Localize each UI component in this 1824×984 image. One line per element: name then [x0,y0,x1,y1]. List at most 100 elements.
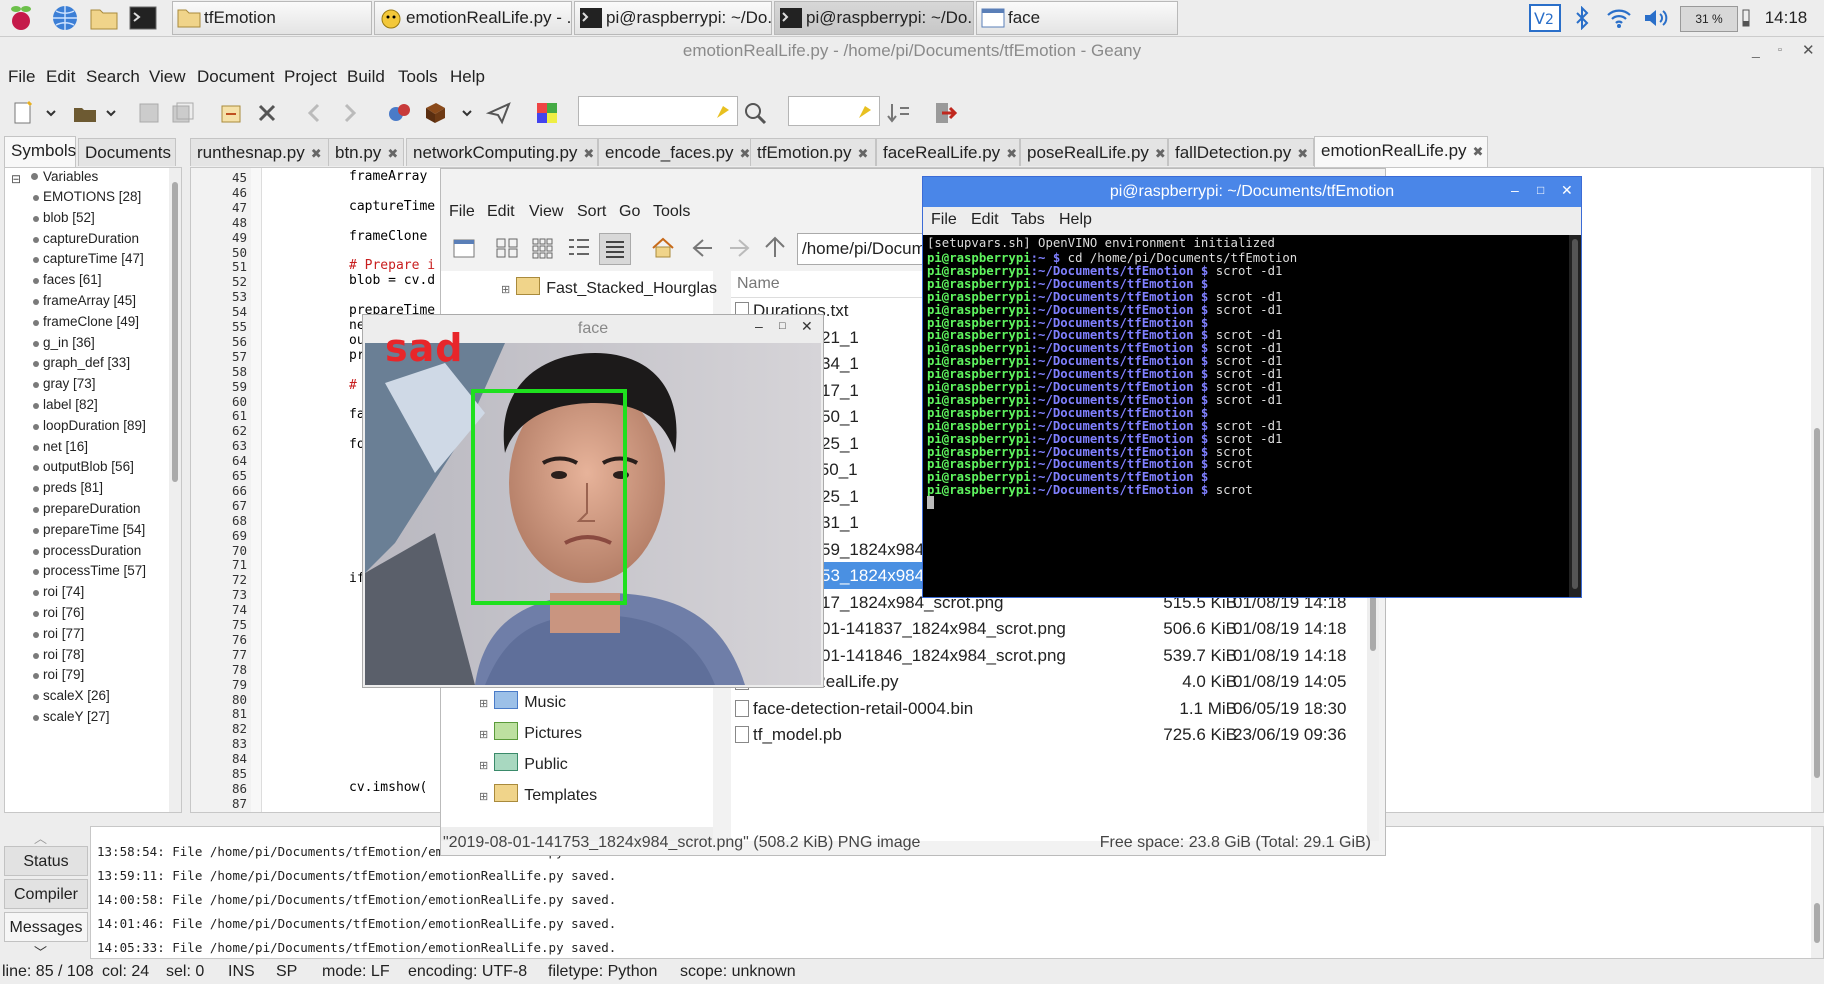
scrollbar[interactable] [1811,827,1823,958]
search-input[interactable] [578,96,738,126]
bluetooth-icon[interactable] [1570,4,1594,32]
terminal-scrollbar[interactable] [1569,235,1581,597]
menu-tools[interactable]: Tools [398,67,438,87]
symbol-item[interactable]: captureDuration [33,231,139,246]
editor-scrollbar[interactable] [1811,168,1823,812]
symbol-root[interactable]: Variables [43,169,98,184]
revert-icon[interactable] [218,100,244,126]
clear-icon[interactable] [715,102,731,120]
task-geany[interactable]: emotionRealLife.py - ... [374,1,572,35]
menu-view[interactable]: View [149,67,186,87]
maximize-button[interactable]: ▫ [1778,44,1782,56]
close-icon[interactable]: ✖ [740,146,751,161]
symbol-item[interactable]: prepareTime [54] [33,522,145,537]
save-all-icon[interactable] [170,100,196,126]
file-row[interactable]: tf_model.pb 725.6 KiB 23/06/19 09:36 [731,721,1365,748]
color-chooser-icon[interactable] [534,100,560,126]
maximize-button[interactable]: □ [1537,183,1544,197]
symbol-item[interactable]: processTime [57] [33,563,146,578]
chevron-down-icon[interactable] [460,100,474,126]
forward-icon[interactable] [727,237,751,259]
symbol-item[interactable]: blob [52] [33,210,95,225]
clear-icon[interactable] [857,102,873,120]
close-icon[interactable]: ✖ [583,146,594,161]
symbol-item[interactable]: scaleY [27] [33,709,110,724]
file-row[interactable]: 2019-08-01-141837_1824x984_scrot.png 506.… [731,615,1365,642]
doc-tab[interactable]: encode_faces.py ✖ [598,138,754,166]
close-icon[interactable]: ✖ [311,146,322,161]
save-icon[interactable] [136,100,162,126]
tab-messages[interactable]: Messages [4,912,88,942]
volume-icon[interactable] [1642,4,1674,32]
battery-indicator[interactable]: 31 % [1680,6,1738,32]
chevron-down-icon[interactable]: ﹀ [34,942,47,961]
menu-search[interactable]: Search [86,67,140,87]
fm-menu-file[interactable]: File [449,203,475,221]
back-icon[interactable] [302,100,328,126]
close-button[interactable]: ✕ [1802,41,1815,59]
close-icon[interactable]: ✖ [1006,146,1017,161]
menu-build[interactable]: Build [347,67,385,87]
compile-icon[interactable] [386,100,412,126]
up-icon[interactable] [763,235,787,259]
symbol-item[interactable]: outputBlob [56] [33,459,134,474]
symbol-item[interactable]: roi [78] [33,647,84,662]
menu-help[interactable]: Help [450,67,485,87]
symbol-item[interactable]: captureTime [47] [33,251,144,266]
symbol-item[interactable]: preds [81] [33,480,103,495]
doc-tab-active[interactable]: emotionRealLife.py ✖ [1314,136,1488,167]
icon-view-icon[interactable] [495,237,519,259]
symbol-item[interactable]: scaleX [26] [33,688,110,703]
list-view-button[interactable] [599,233,631,265]
close-icon[interactable]: ✖ [387,146,398,161]
term-menu-edit[interactable]: Edit [971,211,999,229]
collapse-toggle[interactable]: ⊟ [11,172,21,186]
term-menu-file[interactable]: File [931,211,957,229]
menu-document[interactable]: Document [197,67,274,87]
face-window[interactable]: face – □ ✕ sad [362,314,824,688]
symbol-item[interactable]: roi [77] [33,626,84,641]
fm-menu-tools[interactable]: Tools [653,203,690,221]
fm-menu-go[interactable]: Go [619,203,640,221]
build-icon[interactable] [422,100,448,126]
tab-compiler[interactable]: Compiler [4,879,88,909]
tree-item[interactable]: ⊞ Templates [479,784,597,805]
open-file-icon[interactable] [72,100,98,126]
terminal-window[interactable]: pi@raspberrypi: ~/Documents/tfEmotion – … [922,176,1582,598]
file-row[interactable]: emotionRealLife.py 4.0 KiB 01/08/19 14:05 [731,668,1365,695]
file-row[interactable]: face-detection-retail-0004.bin 1.1 MiB 06/… [731,695,1365,722]
close-file-icon[interactable] [254,100,280,126]
tree-item[interactable]: ⊞ Fast_Stacked_Hourglas [501,277,717,298]
close-icon[interactable]: ✖ [1297,146,1308,161]
tab-status[interactable]: Status [4,846,88,876]
vnc-icon[interactable]: V2 [1528,4,1562,32]
compact-view-icon[interactable] [567,237,591,259]
goto-line-input[interactable] [788,96,880,126]
doc-tab[interactable]: faceRealLife.py ✖ [876,138,1020,166]
raspberry-menu-icon[interactable] [6,3,36,33]
file-row[interactable]: 2019-08-01-141846_1824x984_scrot.png 539.… [731,642,1365,669]
file-manager-icon[interactable] [89,3,119,33]
doc-tab[interactable]: fallDetection.py ✖ [1168,138,1314,166]
web-browser-icon[interactable] [50,3,80,33]
goto-line-icon[interactable] [886,100,912,126]
symbol-item[interactable]: roi [76] [33,605,84,620]
symbol-item[interactable]: gray [73] [33,376,96,391]
task-terminal-1[interactable]: pi@raspberrypi: ~/Do... [574,1,772,35]
back-icon[interactable] [691,237,715,259]
tree-item[interactable]: ⊞ Music [479,691,566,712]
symbol-item[interactable]: frameArray [45] [33,293,136,308]
minimize-button[interactable]: – [1511,182,1519,198]
symbol-item[interactable]: loopDuration [89] [33,418,146,433]
tree-item[interactable]: ⊞ Public [479,753,568,774]
new-file-icon[interactable] [10,100,36,126]
close-icon[interactable]: ✖ [858,146,869,161]
wifi-icon[interactable] [1604,4,1634,32]
symbol-item[interactable]: graph_def [33] [33,355,130,370]
doc-tab[interactable]: networkComputing.py ✖ [406,138,598,166]
thumbnail-view-icon[interactable] [531,237,555,259]
symbol-item[interactable]: prepareDuration [33,501,141,516]
doc-tab[interactable]: tfEmotion.py ✖ [750,138,876,166]
task-face[interactable]: face [976,1,1178,35]
menu-file[interactable]: File [8,67,35,87]
